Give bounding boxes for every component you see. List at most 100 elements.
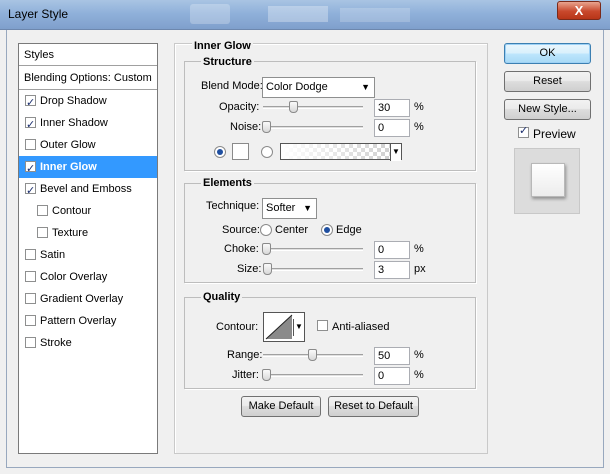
background-blur	[268, 6, 328, 22]
solid-color-radio[interactable]	[214, 146, 226, 158]
elements-heading: Elements	[201, 177, 254, 189]
panel-title: Inner Glow	[192, 40, 253, 52]
styles-list: Styles Blending Options: Custom Drop Sha…	[18, 43, 158, 454]
background-blur	[190, 4, 230, 24]
style-checkbox[interactable]	[37, 205, 48, 216]
style-item-bevel-and-emboss[interactable]: Bevel and Emboss	[19, 178, 157, 202]
opacity-label: Opacity:	[219, 101, 260, 113]
style-item-label: Contour	[52, 205, 92, 217]
style-checkbox[interactable]	[25, 315, 36, 326]
blending-options-item[interactable]: Blending Options: Custom	[19, 67, 157, 90]
jitter-unit: %	[414, 369, 424, 381]
source-center-radio[interactable]	[260, 224, 272, 236]
jitter-slider-thumb[interactable]	[262, 369, 271, 381]
style-item-label: Inner Glow	[40, 161, 97, 173]
technique-label: Technique:	[206, 200, 260, 212]
style-item-satin[interactable]: Satin	[19, 244, 157, 266]
window-title: Layer Style	[8, 7, 69, 21]
reset-button[interactable]: Reset	[504, 71, 591, 92]
style-item-gradient-overlay[interactable]: Gradient Overlay	[19, 288, 157, 310]
style-item-label: Texture	[52, 227, 89, 239]
source-edge-label: Edge	[336, 224, 362, 236]
title-bar: Layer Style X	[0, 0, 610, 30]
style-item-stroke[interactable]: Stroke	[19, 332, 157, 354]
preview-checkbox[interactable]	[518, 124, 529, 138]
style-item-outer-glow[interactable]: Outer Glow	[19, 134, 157, 156]
jitter-label: Jitter:	[232, 369, 259, 381]
style-item-inner-glow[interactable]: Inner Glow	[19, 156, 157, 180]
style-checkbox[interactable]	[25, 271, 36, 282]
opacity-input[interactable]: 30	[374, 99, 410, 117]
style-checkbox[interactable]	[25, 158, 36, 180]
noise-unit: %	[414, 121, 424, 133]
style-checkbox[interactable]	[25, 249, 36, 260]
gradient-swatch[interactable]: ▼	[280, 143, 402, 161]
noise-input[interactable]: 0	[374, 119, 410, 137]
styles-header[interactable]: Styles	[19, 44, 157, 66]
style-item-pattern-overlay[interactable]: Pattern Overlay	[19, 310, 157, 332]
noise-slider-track[interactable]	[263, 126, 363, 129]
quality-heading: Quality	[201, 291, 243, 303]
source-edge-radio[interactable]	[321, 224, 333, 236]
structure-heading: Structure	[201, 56, 254, 68]
source-center-label: Center	[275, 224, 309, 236]
style-item-label: Color Overlay	[40, 271, 108, 283]
range-input[interactable]: 50	[374, 347, 410, 365]
choke-input[interactable]: 0	[374, 241, 410, 259]
gradient-radio[interactable]	[261, 146, 273, 158]
anti-aliased-checkbox[interactable]	[317, 320, 328, 331]
style-item-texture[interactable]: Texture	[19, 222, 157, 244]
style-checkbox[interactable]	[25, 293, 36, 304]
blend-mode-value: Color Dodge	[266, 81, 328, 93]
technique-select[interactable]: Softer ▼	[262, 198, 317, 219]
style-item-inner-shadow[interactable]: Inner Shadow	[19, 112, 157, 136]
contour-label: Contour:	[216, 321, 259, 333]
style-item-label: Bevel and Emboss	[40, 183, 132, 195]
style-item-drop-shadow[interactable]: Drop Shadow	[19, 90, 157, 114]
ok-button[interactable]: OK	[504, 43, 591, 64]
noise-label: Noise:	[230, 121, 262, 133]
style-checkbox[interactable]	[25, 337, 36, 348]
style-preview	[514, 148, 580, 214]
close-button[interactable]: X	[557, 1, 601, 20]
style-item-label: Gradient Overlay	[40, 293, 124, 305]
size-input[interactable]: 3	[374, 261, 410, 279]
contour-picker[interactable]: ▼	[263, 312, 305, 342]
style-checkbox[interactable]	[25, 139, 36, 150]
chevron-down-icon[interactable]: ▼	[390, 144, 401, 161]
style-item-color-overlay[interactable]: Color Overlay	[19, 266, 157, 288]
background-blur	[340, 8, 410, 22]
style-item-label: Inner Shadow	[40, 117, 108, 129]
noise-slider-thumb[interactable]	[262, 121, 271, 133]
style-checkbox[interactable]	[25, 114, 36, 136]
style-item-contour[interactable]: Contour	[19, 200, 157, 222]
choke-slider-thumb[interactable]	[262, 243, 271, 255]
opacity-slider-thumb[interactable]	[289, 101, 299, 113]
glow-color-swatch[interactable]	[232, 143, 249, 160]
style-checkbox[interactable]	[37, 227, 48, 238]
choke-slider-track[interactable]	[263, 248, 363, 251]
anti-aliased-label: Anti-aliased	[332, 321, 390, 333]
choke-unit: %	[414, 243, 424, 255]
source-label: Source:	[222, 224, 260, 236]
close-icon: X	[574, 3, 584, 18]
size-slider-track[interactable]	[263, 268, 363, 271]
reset-to-default-button[interactable]: Reset to Default	[328, 396, 419, 417]
range-label: Range:	[227, 349, 263, 361]
technique-value: Softer	[266, 202, 296, 214]
jitter-input[interactable]: 0	[374, 367, 410, 385]
range-slider-thumb[interactable]	[307, 349, 317, 361]
style-checkbox[interactable]	[25, 180, 36, 202]
size-slider-thumb[interactable]	[263, 263, 273, 275]
opacity-slider-track[interactable]	[263, 106, 363, 109]
style-checkbox[interactable]	[25, 92, 36, 114]
make-default-button[interactable]: Make Default	[241, 396, 321, 417]
style-item-label: Pattern Overlay	[40, 315, 117, 327]
new-style-button[interactable]: New Style...	[504, 99, 591, 120]
chevron-down-icon[interactable]: ▼	[293, 319, 304, 336]
jitter-slider-track[interactable]	[263, 374, 363, 377]
preview-label: Preview	[533, 127, 576, 141]
style-item-label: Drop Shadow	[40, 95, 107, 107]
size-unit: px	[414, 263, 426, 275]
blend-mode-select[interactable]: Color Dodge ▼	[262, 77, 375, 98]
